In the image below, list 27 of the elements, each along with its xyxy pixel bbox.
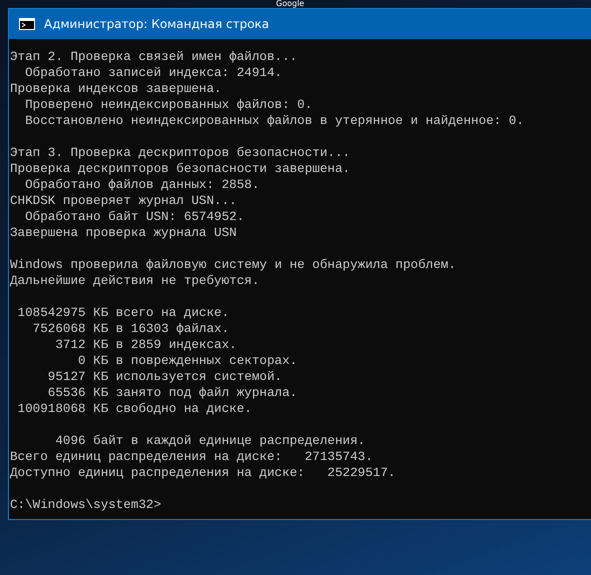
console-icon xyxy=(19,18,35,30)
console-line: Этап 2. Проверка связей имен файлов... xyxy=(10,49,298,65)
console-line: Проверено неиндексированных файлов: 0. xyxy=(24,97,314,113)
console-line: Обработано файлов данных: 2858. xyxy=(24,177,260,193)
console-line: 4096 байт в каждой единице распределения. xyxy=(54,433,366,449)
console-line: Завершена проверка журнала USN xyxy=(10,225,238,241)
console-line: 0 КБ в поврежденных секторах. xyxy=(77,353,298,369)
console-line: Доступно единиц распределения на диске: 25229517. xyxy=(10,465,396,481)
console-line: 108542975 КБ всего на диске. xyxy=(16,305,230,321)
console-line: 100918068 КБ свободно на диске. xyxy=(16,401,253,417)
console-line: Обработано байт USN: 6574952. xyxy=(24,209,246,225)
console-line: 7526068 КБ в 16303 файлах. xyxy=(32,321,230,337)
window-title: Администратор: Командная строка xyxy=(44,17,270,31)
desktop-icon-label: Google xyxy=(276,0,304,8)
console-line: 95127 КБ используется системой. xyxy=(46,369,284,385)
console-line: 3712 КБ в 2859 индексах. xyxy=(54,337,238,353)
console-line: Проверка дескрипторов безопасности завершена. xyxy=(10,161,352,177)
console-line: Этап 3. Проверка дескрипторов безопасности... xyxy=(10,145,352,161)
console-line: Обработано записей индекса: 24914. xyxy=(24,65,284,81)
console-line: CHKDSK проверяет журнал USN... xyxy=(10,193,238,209)
console-line: Всего единиц распределения на диске: 27135743. xyxy=(10,449,374,465)
console-line: Восстановлено неиндексированных файлов в утерянное и найденное: 0. xyxy=(24,113,525,129)
console-line: Проверка индексов завершена. xyxy=(10,81,223,97)
console-line: C:\Windows\system32> xyxy=(10,497,162,513)
console-line: 65536 КБ занято под файл журнала. xyxy=(46,385,298,401)
console-line: Дальнейшие действия не требуются. xyxy=(10,273,260,289)
console-line: Windows проверила файловую систему и не обнаружила проблем. xyxy=(10,257,457,273)
